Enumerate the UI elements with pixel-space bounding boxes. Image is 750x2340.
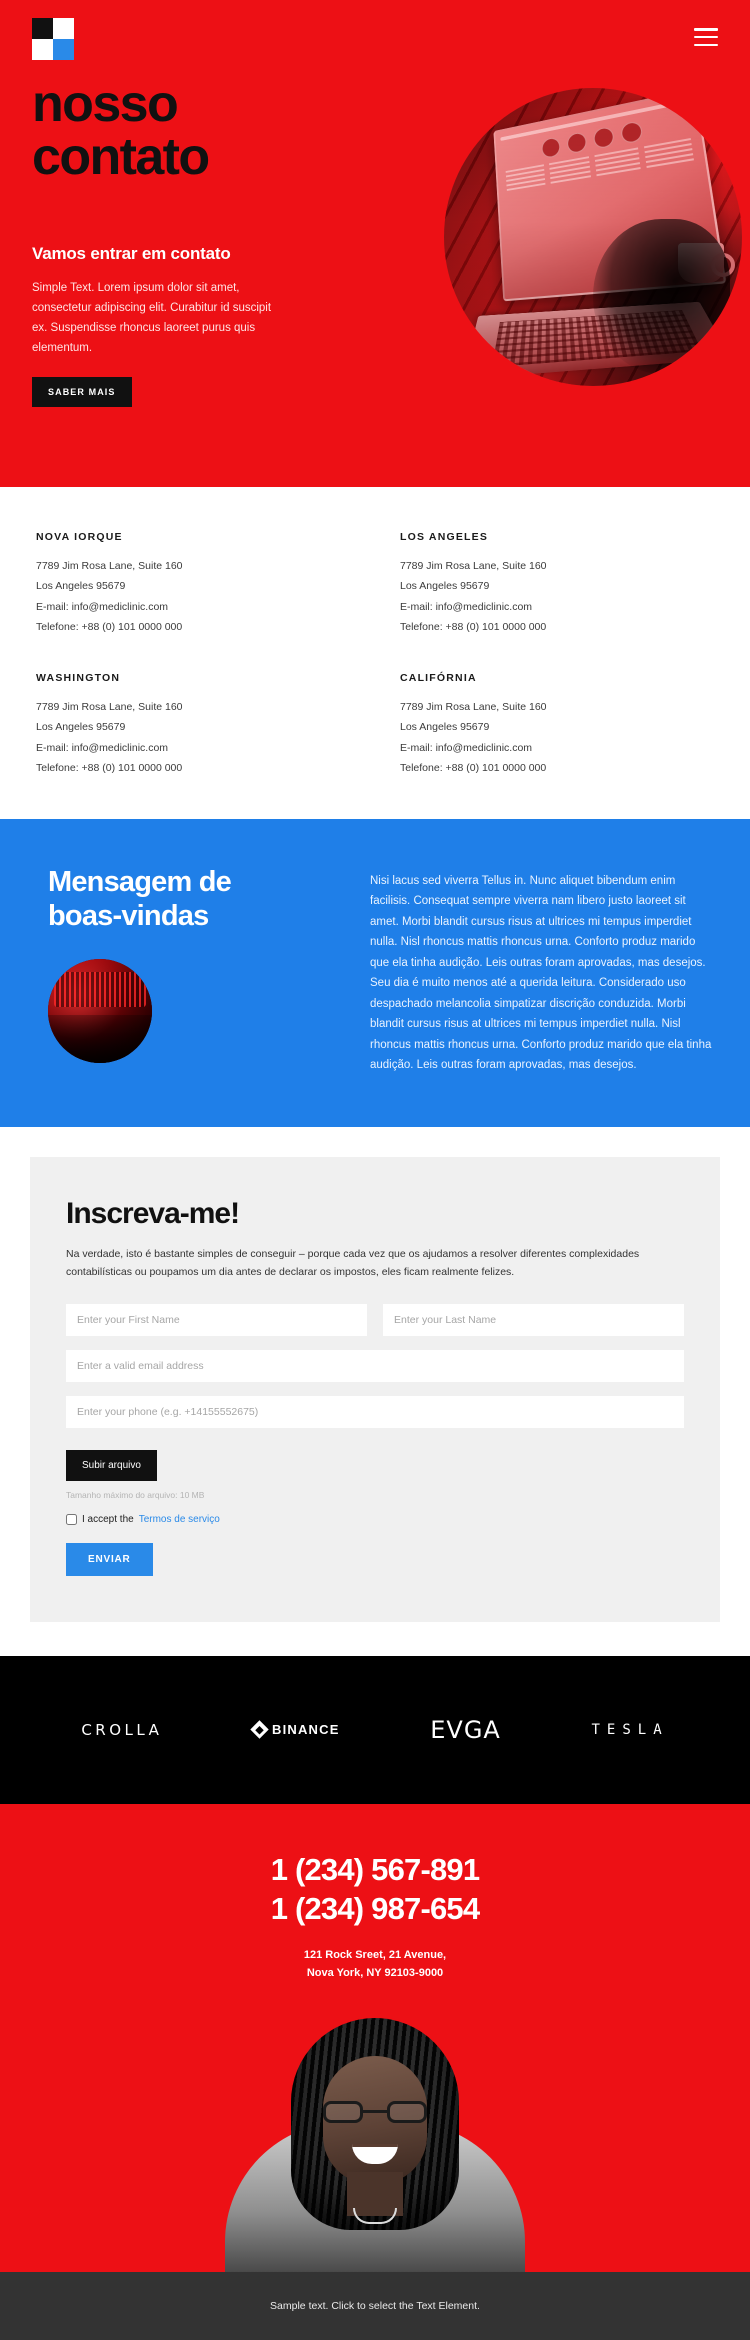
logo-binance[interactable]: BINANCE <box>250 1720 340 1739</box>
submit-button[interactable]: ENVIAR <box>66 1542 153 1576</box>
welcome-circle-photo <box>48 959 152 1064</box>
partner-logos-section: CROLLA BINANCE EVGA TESLA <box>0 1655 750 1804</box>
last-name-input[interactable] <box>383 1303 684 1336</box>
address-street: 7789 Jim Rosa Lane, Suite 160 <box>36 560 183 572</box>
form-row-email <box>66 1349 684 1382</box>
address-citystate: Los Angeles 95679 <box>36 721 126 734</box>
page-title-line-2: contato <box>32 128 210 187</box>
office-address-line-2: Nova York, NY 92103-9000 <box>306 1966 444 1979</box>
four-square-logo[interactable] <box>32 18 74 60</box>
first-name-input[interactable] <box>66 1303 367 1336</box>
logo-tesla[interactable]: TESLA <box>592 1722 669 1738</box>
logo-quadrant-blue <box>53 39 74 60</box>
address-city: WASHINGTON <box>36 671 121 684</box>
terms-of-service-link[interactable]: Termos de serviço <box>139 1514 220 1525</box>
hero-subtitle: Vamos entrar em contato <box>32 244 231 264</box>
addresses-section: NOVA IORQUE 7789 Jim Rosa Lane, Suite 16… <box>0 487 750 819</box>
welcome-paragraph: Nisi lacus sed viverra Tellus in. Nunc a… <box>370 874 712 1071</box>
address-details: 7789 Jim Rosa Lane, Suite 160 Los Angele… <box>400 556 714 638</box>
welcome-title: Mensagem de boas-vindas <box>36 865 336 933</box>
hamburger-menu-icon[interactable] <box>694 28 718 46</box>
address-phone: Telefone: +88 (0) 101 0000 000 <box>36 762 183 775</box>
address-details: 7789 Jim Rosa Lane, Suite 160 Los Angele… <box>36 556 350 638</box>
address-card-washington: WASHINGTON 7789 Jim Rosa Lane, Suite 160… <box>36 672 350 779</box>
logo-quadrant-white-top <box>53 18 74 39</box>
accept-terms-row: I accept the Termos de serviço <box>66 1513 684 1525</box>
welcome-left-column: Mensagem de boas-vindas <box>36 865 336 1076</box>
phone-number-1[interactable]: 1 (234) 567-891 <box>36 1850 714 1889</box>
address-citystate: Los Angeles 95679 <box>400 721 490 734</box>
contact-red-section: 1 (234) 567-891 1 (234) 987-654 121 Rock… <box>0 1803 750 2272</box>
welcome-section: Mensagem de boas-vindas Nisi lacus sed v… <box>0 818 750 1128</box>
address-phone: Telefone: +88 (0) 101 0000 000 <box>400 621 547 634</box>
phone-numbers: 1 (234) 567-891 1 (234) 987-654 <box>36 1850 714 1928</box>
address-email: E-mail: info@mediclinic.com <box>36 741 169 754</box>
address-card-california: CALIFÓRNIA 7789 Jim Rosa Lane, Suite 160… <box>400 672 714 779</box>
address-email: E-mail: info@mediclinic.com <box>400 741 533 754</box>
page-title: nosso contato <box>32 75 412 187</box>
welcome-photo-highlight <box>54 971 146 1008</box>
form-row-phone <box>66 1395 684 1428</box>
phone-input[interactable] <box>66 1395 684 1428</box>
phone-number-2[interactable]: 1 (234) 987-654 <box>36 1889 714 1928</box>
footer: Sample text. Click to select the Text El… <box>0 2271 750 2340</box>
hero-section: nosso contato Vamos entrar em contato Si… <box>0 0 750 487</box>
binance-diamond-icon <box>250 1720 269 1739</box>
accept-terms-checkbox[interactable] <box>66 1513 77 1525</box>
accept-terms-label: I accept the <box>82 1513 134 1525</box>
address-city: CALIFÓRNIA <box>400 671 477 684</box>
address-city: NOVA IORQUE <box>36 531 123 543</box>
logo-quadrant-black <box>32 18 53 39</box>
logo-evga[interactable]: EVGA <box>430 1716 501 1744</box>
logo-crolla[interactable]: CROLLA <box>81 1721 162 1739</box>
glasses-lens-left <box>323 2100 363 2123</box>
upload-file-button[interactable]: Subir arquivo <box>66 1449 157 1481</box>
address-details: 7789 Jim Rosa Lane, Suite 160 Los Angele… <box>36 697 350 779</box>
welcome-photo-shadow <box>48 1015 152 1064</box>
address-email: E-mail: info@mediclinic.com <box>400 600 533 613</box>
form-title: Inscreva-me! <box>66 1197 240 1231</box>
welcome-title-line-2: boas-vindas <box>48 899 209 932</box>
office-address-line-1: 121 Rock Sreet, 21 Avenue, <box>303 1948 447 1961</box>
addresses-grid: NOVA IORQUE 7789 Jim Rosa Lane, Suite 16… <box>36 531 714 779</box>
glasses-lens-right <box>387 2100 427 2123</box>
email-input[interactable] <box>66 1349 684 1382</box>
hero-copy: nosso contato Vamos entrar em contato Si… <box>0 60 750 407</box>
welcome-right-column: Nisi lacus sed viverra Tellus in. Nunc a… <box>370 865 714 1076</box>
address-details: 7789 Jim Rosa Lane, Suite 160 Los Angele… <box>400 697 714 779</box>
welcome-title-line-1: Mensagem de <box>48 865 232 898</box>
address-email: E-mail: info@mediclinic.com <box>36 600 169 613</box>
burger-line-1 <box>694 28 718 31</box>
address-citystate: Los Angeles 95679 <box>36 580 126 593</box>
address-citystate: Los Angeles 95679 <box>400 580 490 593</box>
address-street: 7789 Jim Rosa Lane, Suite 160 <box>400 700 547 713</box>
portrait-glasses <box>323 2100 427 2124</box>
form-description: Na verdade, isto é bastante simples de c… <box>66 1248 640 1279</box>
burger-line-3 <box>694 43 718 46</box>
address-street: 7789 Jim Rosa Lane, Suite 160 <box>36 700 183 713</box>
address-city: LOS ANGELES <box>400 531 489 543</box>
saber-mais-button[interactable]: SABER MAIS <box>32 376 132 407</box>
address-phone: Telefone: +88 (0) 101 0000 000 <box>36 621 183 634</box>
form-card: Inscreva-me! Na verdade, isto é bastante… <box>30 1157 720 1622</box>
address-street: 7789 Jim Rosa Lane, Suite 160 <box>400 560 547 572</box>
form-row-names <box>66 1303 684 1336</box>
upload-size-note: Tamanho máximo do arquivo: 10 MB <box>66 1489 205 1500</box>
hero-paragraph: Simple Text. Lorem ipsum dolor sit amet,… <box>32 282 272 355</box>
page-title-line-1: nosso <box>32 75 179 133</box>
form-section: Inscreva-me! Na verdade, isto é bastante… <box>0 1127 750 1656</box>
address-card-los-angeles: LOS ANGELES 7789 Jim Rosa Lane, Suite 16… <box>400 531 714 638</box>
address-card-nova-iorque: NOVA IORQUE 7789 Jim Rosa Lane, Suite 16… <box>36 531 350 638</box>
office-address: 121 Rock Sreet, 21 Avenue, Nova York, NY… <box>36 1946 714 1982</box>
burger-line-2 <box>694 35 718 39</box>
portrait-photo <box>220 2012 530 2272</box>
top-bar <box>0 0 750 60</box>
address-phone: Telefone: +88 (0) 101 0000 000 <box>400 762 547 775</box>
footer-text: Sample text. Click to select the Text El… <box>270 2299 480 2312</box>
logo-binance-label: BINANCE <box>271 1722 340 1738</box>
logo-quadrant-white-bottom <box>32 39 53 60</box>
